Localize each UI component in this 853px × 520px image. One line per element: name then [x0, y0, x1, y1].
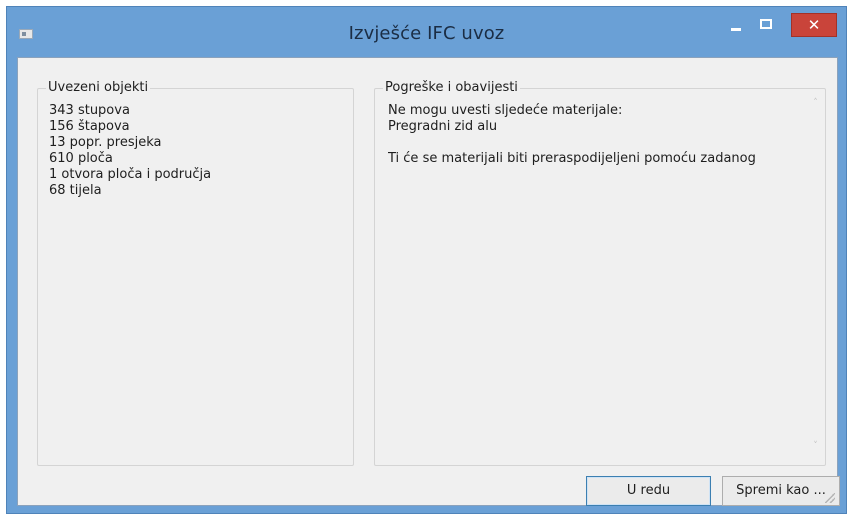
list-item: 13 popr. presjeka	[49, 135, 162, 150]
dialog-window: Izvješće IFC uvoz ✕ Uvezeni objekti 343 …	[6, 6, 847, 514]
errors-group: Pogreške i obavijesti Ne mogu uvesti slj…	[374, 80, 826, 466]
message-line: Pregradni zid alu	[388, 119, 498, 134]
errors-textbox[interactable]: Ne mogu uvesti sljedeće materijale: Preg…	[388, 103, 812, 459]
list-item: 1 otvora ploča i područja	[49, 167, 212, 182]
message-line	[388, 135, 812, 151]
errors-label: Pogreške i obavijesti	[383, 80, 520, 96]
maximize-button[interactable]	[753, 13, 779, 37]
list-item: 343 stupova	[49, 103, 130, 118]
message-line: Ne mogu uvesti sljedeće materijale:	[388, 103, 623, 118]
imported-objects-group: Uvezeni objekti 343 stupova 156 štapova …	[37, 80, 354, 466]
scroll-down-icon[interactable]: ˅	[807, 438, 824, 455]
resize-grip-icon[interactable]	[825, 493, 835, 503]
scroll-up-icon[interactable]: ˄	[807, 95, 824, 112]
dialog-client-area: Uvezeni objekti 343 stupova 156 štapova …	[17, 57, 840, 506]
ok-button[interactable]: U redu	[586, 476, 711, 506]
imported-objects-label: Uvezeni objekti	[46, 80, 151, 96]
minimize-button[interactable]	[723, 13, 749, 37]
close-button[interactable]: ✕	[791, 13, 837, 37]
imported-objects-list: 343 stupova 156 štapova 13 popr. presjek…	[49, 103, 211, 199]
close-icon: ✕	[807, 16, 821, 34]
list-item: 68 tijela	[49, 183, 102, 198]
message-line: Ti će se materijali biti preraspodijelje…	[388, 151, 756, 166]
list-item: 610 ploča	[49, 151, 113, 166]
vertical-scrollbar[interactable]: ˄ ˅	[807, 95, 824, 455]
title-bar[interactable]: Izvješće IFC uvoz ✕	[7, 7, 846, 57]
list-item: 156 štapova	[49, 119, 130, 134]
save-as-button[interactable]: Spremi kao ...	[722, 476, 840, 506]
window-title: Izvješće IFC uvoz	[348, 23, 505, 44]
